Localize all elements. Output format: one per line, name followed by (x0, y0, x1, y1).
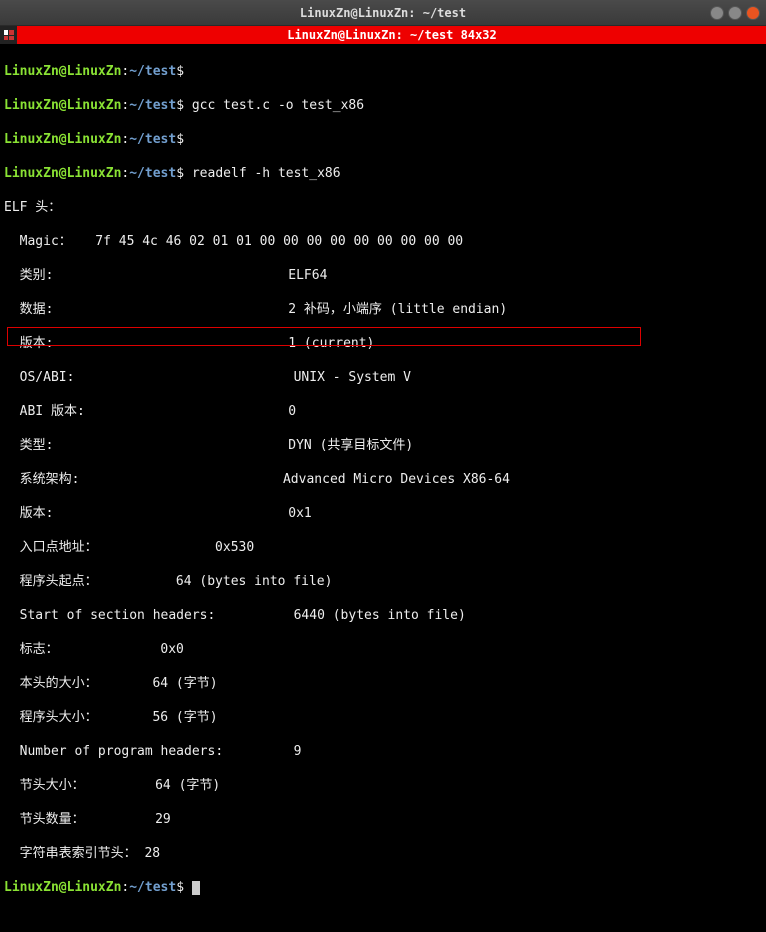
output-line: 字符串表索引节头： 28 (4, 845, 762, 862)
output-line: 类型: DYN (共享目标文件) (4, 437, 762, 454)
output-line: 类别: ELF64 (4, 267, 762, 284)
output-line: 标志： 0x0 (4, 641, 762, 658)
window-titlebar: LinuxZn@LinuxZn: ~/test (0, 0, 766, 26)
output-line: 数据: 2 补码，小端序 (little endian) (4, 301, 762, 318)
prompt-line: LinuxZn@LinuxZn:~/test$ gcc test.c -o te… (4, 97, 762, 114)
prompt-line: LinuxZn@LinuxZn:~/test$ (4, 63, 762, 80)
output-line: 版本: 1 (current) (4, 335, 762, 352)
output-line: 程序头起点： 64 (bytes into file) (4, 573, 762, 590)
prompt-line: LinuxZn@LinuxZn:~/test$ readelf -h test_… (4, 165, 762, 182)
output-line: 入口点地址： 0x530 (4, 539, 762, 556)
output-line: Magic： 7f 45 4c 46 02 01 01 00 00 00 00 … (4, 233, 762, 250)
prompt-path: ~/test (129, 64, 176, 79)
output-line: OS/ABI: UNIX - System V (4, 369, 762, 386)
prompt-line: LinuxZn@LinuxZn:~/test$ (4, 131, 762, 148)
output-line: ELF 头： (4, 199, 762, 216)
terminal-content[interactable]: LinuxZn@LinuxZn:~/test$ LinuxZn@LinuxZn:… (0, 44, 766, 932)
tab-title[interactable]: LinuxZn@LinuxZn: ~/test 84x32 (18, 26, 766, 44)
maximize-button[interactable] (728, 6, 742, 20)
workspace-icon (4, 30, 14, 40)
output-line: 节头数量： 29 (4, 811, 762, 828)
minimize-button[interactable] (710, 6, 724, 20)
output-line: 节头大小： 64 (字节) (4, 777, 762, 794)
terminal-tabbar: LinuxZn@LinuxZn: ~/test 84x32 (0, 26, 766, 44)
output-line: Start of section headers: 6440 (bytes in… (4, 607, 762, 624)
terminal-cursor (192, 881, 200, 895)
prompt-line: LinuxZn@LinuxZn:~/test$ (4, 879, 762, 896)
window-title: LinuxZn@LinuxZn: ~/test (300, 6, 466, 20)
command-text: gcc test.c -o test_x86 (192, 98, 364, 113)
output-line: 系统架构: Advanced Micro Devices X86-64 (4, 471, 762, 488)
output-line: Number of program headers: 9 (4, 743, 762, 760)
tab-indicator[interactable] (0, 26, 18, 44)
close-button[interactable] (746, 6, 760, 20)
output-line: 程序头大小： 56 (字节) (4, 709, 762, 726)
output-line: 版本: 0x1 (4, 505, 762, 522)
output-line: 本头的大小： 64 (字节) (4, 675, 762, 692)
command-text: readelf -h test_x86 (192, 166, 341, 181)
output-line: ABI 版本: 0 (4, 403, 762, 420)
window-controls (710, 6, 760, 20)
prompt-user: LinuxZn@LinuxZn (4, 64, 121, 79)
